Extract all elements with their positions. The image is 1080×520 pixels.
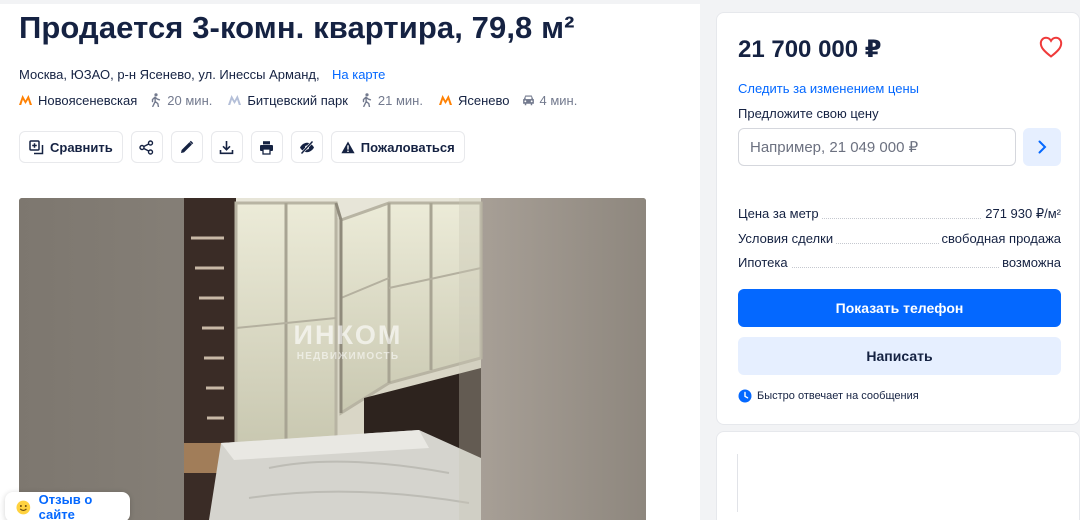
metro-name[interactable]: Битцевский парк	[247, 93, 348, 108]
page-title: Продается 3-комн. квартира, 79,8 м²	[19, 10, 575, 45]
secondary-card	[716, 431, 1080, 520]
prop-deal-terms: Условия сделки свободная продажа	[738, 231, 1061, 249]
follow-price-link[interactable]: Следить за изменением цены	[738, 81, 919, 96]
hide-button[interactable]	[290, 131, 323, 163]
write-message-button[interactable]: Написать	[738, 337, 1061, 375]
travel-time: 4 мин.	[539, 92, 578, 108]
feedback-label: Отзыв о сайте	[38, 492, 93, 520]
prop-value: 271 930 ₽/м²	[982, 206, 1061, 222]
reply-note-text: Быстро отвечает на сообщения	[757, 390, 919, 402]
address: Москва, ЮЗАО, р-н Ясенево, ул. Инессы Ар…	[19, 67, 320, 82]
metro-name[interactable]: Новоясеневская	[38, 93, 137, 108]
car-icon	[522, 95, 534, 106]
metro-icon	[19, 95, 32, 105]
travel-time: 21 мин.	[377, 92, 423, 108]
watermark-title: ИНКОМ	[293, 320, 403, 350]
walk-icon	[152, 93, 161, 107]
travel-time: 20 мин.	[167, 92, 213, 108]
share-button[interactable]	[130, 131, 163, 163]
metro-name[interactable]: Ясенево	[458, 93, 510, 108]
prop-mortgage: Ипотека возможна	[738, 255, 1061, 273]
action-toolbar: Сравнить Пожаловаться	[19, 131, 465, 163]
smile-icon	[16, 500, 31, 514]
prop-value: свободная продажа	[938, 231, 1061, 246]
compare-button[interactable]: Сравнить	[19, 131, 123, 163]
show-phone-button[interactable]: Показать телефон	[738, 289, 1061, 327]
prop-key: Цена за метр	[738, 206, 822, 221]
metro-icon	[438, 95, 452, 105]
walk-icon	[362, 93, 372, 107]
chevron-right-icon	[1038, 140, 1047, 154]
top-divider	[0, 0, 1080, 4]
heart-icon[interactable]	[1039, 36, 1063, 58]
listing-photo[interactable]: ИНКОМ НЕДВИЖИМОСТЬ	[19, 198, 646, 520]
offer-price-input[interactable]	[738, 128, 1016, 166]
prop-price-per-meter: Цена за метр 271 930 ₽/м²	[738, 206, 1061, 224]
download-button[interactable]	[210, 131, 243, 163]
metro-item-yasenevo: Ясенево 4 мин.	[438, 92, 593, 108]
watermark-subtitle: НЕДВИЖИМОСТЬ	[296, 351, 400, 362]
metro-item-bitsevsky-park: Битцевский парк 21 мин.	[228, 93, 439, 108]
share-icon	[139, 139, 154, 155]
clock-icon	[738, 389, 752, 403]
download-icon	[219, 140, 234, 154]
price: 21 700 000 ₽	[738, 36, 882, 63]
complain-label: Пожаловаться	[360, 139, 455, 155]
compare-label: Сравнить	[50, 139, 113, 155]
reply-note: Быстро отвечает на сообщения	[738, 389, 919, 403]
metro-icon	[228, 95, 242, 105]
warning-icon	[341, 141, 355, 153]
prop-value: возможна	[999, 255, 1061, 270]
feedback-button[interactable]: Отзыв о сайте	[5, 492, 130, 520]
compare-icon	[29, 139, 44, 154]
complain-button[interactable]: Пожаловаться	[330, 131, 465, 163]
printer-icon	[260, 140, 274, 155]
prop-key: Условия сделки	[738, 231, 837, 246]
print-button[interactable]	[250, 131, 283, 163]
offer-label: Предложите свою цену	[738, 106, 879, 121]
edit-button[interactable]	[170, 131, 203, 163]
eye-off-icon	[299, 140, 314, 154]
metro-list: Новоясеневская 20 мин. Битцевский парк 2…	[19, 91, 593, 109]
price-card: 21 700 000 ₽ Следить за изменением цены …	[716, 12, 1080, 425]
map-link[interactable]: На карте	[332, 67, 385, 82]
metro-item-novoyasenevskaya: Новоясеневская 20 мин.	[19, 93, 228, 108]
prop-key: Ипотека	[738, 255, 791, 270]
offer-submit-button[interactable]	[1023, 128, 1061, 166]
pencil-icon	[181, 140, 194, 153]
card-divider	[737, 454, 738, 512]
